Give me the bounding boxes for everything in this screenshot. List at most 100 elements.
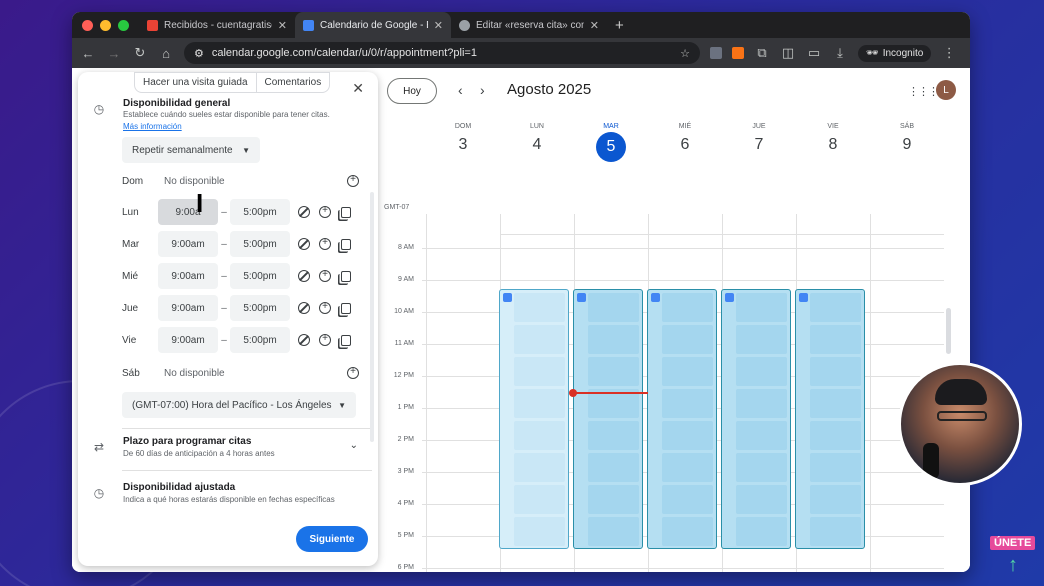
more-info-link[interactable]: Más información (123, 122, 182, 131)
back-icon[interactable]: ← (80, 46, 96, 61)
timezone-select[interactable]: (GMT-07:00) Hora del Pacífico - Los Ánge… (122, 392, 356, 418)
calendar-scrollbar[interactable] (946, 308, 951, 354)
tab-gmail[interactable]: Recibidos - cuentagratisdeln ✕ (139, 12, 295, 38)
unavailable-icon[interactable] (297, 301, 311, 315)
unavailable-icon[interactable] (297, 237, 311, 251)
day-header[interactable]: DOM 3 (426, 114, 500, 154)
address-bar[interactable]: ⚙ calendar.google.com/calendar/u/0/r/app… (184, 42, 700, 64)
end-time-input[interactable]: 5:00pm (230, 199, 290, 225)
reload-icon[interactable]: ↻ (132, 45, 148, 61)
add-interval-icon[interactable]: + (346, 366, 360, 380)
close-tab-icon[interactable]: ✕ (590, 19, 599, 32)
copy-icon[interactable] (339, 333, 353, 347)
day-header[interactable]: VIE 8 (796, 114, 870, 154)
availability-block[interactable] (499, 289, 569, 549)
day-number: 7 (754, 136, 764, 153)
slot (810, 485, 861, 514)
gmail-icon (147, 19, 158, 31)
day-label: Mié (122, 270, 139, 282)
day-label: Dom (122, 175, 144, 187)
start-time-input[interactable]: 9:00am (158, 263, 218, 289)
appointment-panel: Hacer una visita guiada Comentarios ✕ ◷ … (78, 72, 378, 566)
availability-block[interactable] (721, 289, 791, 549)
avatar[interactable]: L (936, 80, 956, 100)
chevron-left-icon[interactable]: ‹ (458, 82, 463, 98)
copy-icon[interactable] (339, 237, 353, 251)
slot (588, 325, 639, 354)
close-panel-icon[interactable]: ✕ (352, 80, 364, 97)
unavailable-icon[interactable] (297, 269, 311, 283)
site-info-icon[interactable]: ⚙ (194, 47, 204, 60)
comments-button[interactable]: Comentarios (256, 72, 331, 93)
availability-block[interactable] (795, 289, 865, 549)
start-time-input[interactable]: 9:00a (158, 199, 218, 225)
minimize-window-button[interactable] (100, 19, 111, 31)
close-window-button[interactable] (82, 19, 93, 31)
end-time-input[interactable]: 5:00pm (230, 231, 290, 257)
start-time-input[interactable]: 9:00am (158, 295, 218, 321)
add-interval-icon[interactable]: + (346, 174, 360, 188)
copy-icon[interactable] (339, 269, 353, 283)
chevron-down-icon[interactable]: ⌄ (350, 440, 358, 451)
repeat-select[interactable]: Repetir semanalmente ▼ (122, 137, 260, 163)
hour-label: 4 PM (397, 500, 414, 507)
add-interval-icon[interactable]: + (318, 301, 332, 315)
slot (662, 293, 713, 322)
add-interval-icon[interactable]: + (318, 269, 332, 283)
unavailable-icon[interactable] (297, 333, 311, 347)
slot (514, 357, 565, 386)
screenshot-icon[interactable]: ◫ (780, 45, 796, 61)
close-tab-icon[interactable]: ✕ (278, 19, 287, 32)
arrow-up-icon[interactable]: ↑ (1003, 555, 1023, 575)
day-header[interactable]: JUE 7 (722, 114, 796, 154)
day-header[interactable]: MIÉ 6 (648, 114, 722, 154)
unavailable-icon[interactable] (297, 205, 311, 219)
panel-scrollbar[interactable] (370, 192, 374, 442)
incognito-indicator[interactable]: 🕶 Incognito (858, 44, 932, 62)
extensions-puzzle-icon[interactable]: ⧉ (754, 45, 770, 61)
bookmark-star-icon[interactable]: ☆ (680, 47, 690, 60)
menu-kebab-icon[interactable]: ⋮ (941, 45, 957, 61)
slot (736, 485, 787, 514)
tab-calendar[interactable]: Calendario de Google - Edita ✕ (295, 12, 451, 38)
close-tab-icon[interactable]: ✕ (434, 19, 443, 32)
next-button[interactable]: Siguiente (296, 526, 368, 552)
add-interval-icon[interactable]: + (318, 237, 332, 251)
add-interval-icon[interactable]: + (318, 333, 332, 347)
calendar-icon (577, 293, 586, 302)
extension-icon[interactable] (710, 47, 722, 59)
scheduling-window-title[interactable]: Plazo para programar citas (123, 436, 251, 447)
chevron-right-icon[interactable]: › (480, 82, 485, 98)
day-header[interactable]: LUN 4 (500, 114, 574, 154)
new-tab-button[interactable]: + (615, 17, 624, 34)
guided-tour-button[interactable]: Hacer una visita guiada (134, 72, 257, 93)
adjusted-availability-description: Indica a qué horas estarás disponible en… (123, 495, 335, 504)
add-interval-icon[interactable]: + (318, 205, 332, 219)
tab-editar[interactable]: Editar «reserva cita» con Ele ✕ (451, 12, 607, 38)
extension-icon[interactable] (732, 47, 744, 59)
gridline (870, 214, 871, 572)
day-header[interactable]: SÁB 9 (870, 114, 944, 154)
apps-grid-icon[interactable]: ⋮⋮⋮ (908, 85, 939, 98)
hour-label: 12 PM (393, 372, 414, 379)
day-of-week: MAR (603, 123, 619, 130)
incognito-icon: 🕶 (866, 47, 879, 59)
start-time-input[interactable]: 9:00am (158, 327, 218, 353)
join-badge[interactable]: ÚNETE (990, 536, 1036, 550)
range-dash: – (221, 334, 227, 346)
home-icon[interactable]: ⌂ (158, 46, 174, 61)
today-button[interactable]: Hoy (387, 78, 437, 104)
start-time-input[interactable]: 9:00am (158, 231, 218, 257)
end-time-input[interactable]: 5:00pm (230, 263, 290, 289)
availability-block[interactable] (647, 289, 717, 549)
availability-block[interactable] (573, 289, 643, 549)
forward-icon[interactable]: → (106, 46, 122, 61)
copy-icon[interactable] (339, 301, 353, 315)
download-icon[interactable]: ⤓ (832, 45, 848, 61)
end-time-input[interactable]: 5:00pm (230, 327, 290, 353)
copy-icon[interactable] (339, 205, 353, 219)
day-header-today[interactable]: MAR 5 (574, 114, 648, 162)
cast-icon[interactable]: ▭ (806, 45, 822, 61)
maximize-window-button[interactable] (118, 19, 129, 31)
end-time-input[interactable]: 5:00pm (230, 295, 290, 321)
